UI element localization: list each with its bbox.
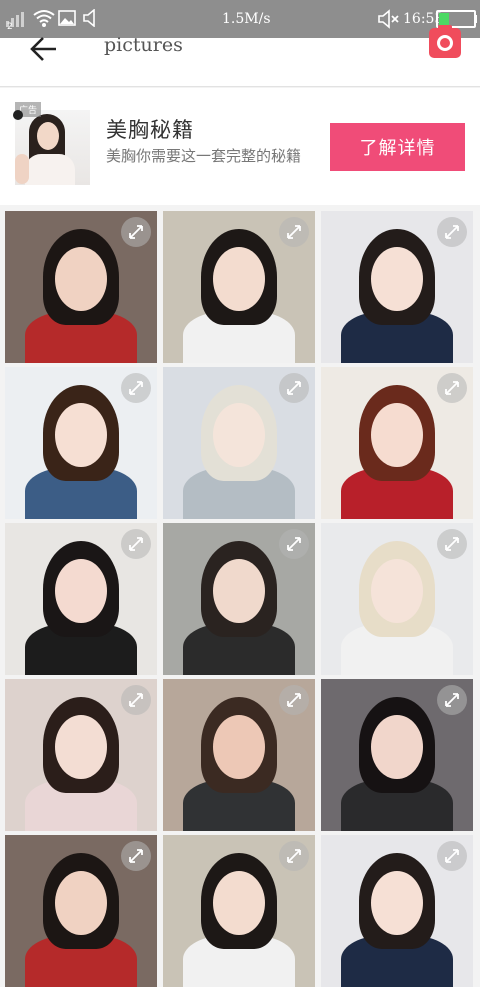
photo-tile[interactable]: [163, 679, 315, 831]
expand-icon[interactable]: [279, 529, 309, 559]
image-icon: [58, 10, 76, 26]
ad-banner[interactable]: 广告 美胸秘籍 美胸你需要这一套完整的秘籍 了解详情: [0, 88, 480, 205]
photo-tile[interactable]: [321, 211, 473, 363]
photo-subject-face: [55, 715, 107, 779]
expand-icon[interactable]: [279, 685, 309, 715]
sound-icon: [83, 9, 95, 27]
photo-subject-face: [213, 715, 265, 779]
photo-tile[interactable]: [321, 679, 473, 831]
network-speed: 1.5M/s: [222, 11, 271, 27]
expand-icon[interactable]: [279, 841, 309, 871]
expand-icon[interactable]: [279, 217, 309, 247]
expand-icon[interactable]: [121, 841, 151, 871]
photo-tile[interactable]: [321, 367, 473, 519]
battery-tip: [474, 15, 477, 23]
photo-grid: [0, 207, 480, 987]
photo-subject-face: [371, 715, 423, 779]
photo-subject-face: [55, 247, 107, 311]
wifi-icon: [33, 10, 55, 27]
ad-thumb-arm: [15, 154, 29, 184]
photo-tile[interactable]: [321, 835, 473, 987]
expand-icon[interactable]: [437, 841, 467, 871]
photo-subject-face: [371, 559, 423, 623]
photo-tile[interactable]: [163, 367, 315, 519]
photo-tile[interactable]: [321, 523, 473, 675]
app-header: pictures: [0, 25, 480, 87]
photo-subject-face: [55, 871, 107, 935]
expand-icon[interactable]: [437, 373, 467, 403]
expand-icon[interactable]: [121, 373, 151, 403]
learn-more-button[interactable]: 了解详情: [330, 123, 465, 171]
camera-button[interactable]: [429, 25, 461, 58]
photo-subject-face: [213, 247, 265, 311]
photo-subject-face: [213, 871, 265, 935]
photo-tile[interactable]: [163, 835, 315, 987]
ad-thumb-face: [37, 122, 59, 150]
camera-icon-top: [438, 25, 452, 30]
photo-subject-face: [371, 403, 423, 467]
photo-tile[interactable]: [5, 679, 157, 831]
page-title: pictures: [104, 34, 183, 56]
photo-tile[interactable]: [163, 523, 315, 675]
photo-subject-face: [371, 871, 423, 935]
arrow-left-icon[interactable]: [26, 32, 60, 66]
expand-icon[interactable]: [437, 685, 467, 715]
photo-subject-face: [213, 403, 265, 467]
photo-tile[interactable]: [5, 367, 157, 519]
sim-label: 2: [7, 22, 13, 32]
expand-icon[interactable]: [121, 217, 151, 247]
camera-icon: [437, 35, 453, 51]
photo-subject-face: [55, 559, 107, 623]
expand-icon[interactable]: [121, 685, 151, 715]
expand-icon[interactable]: [437, 217, 467, 247]
expand-icon[interactable]: [121, 529, 151, 559]
photo-tile[interactable]: [5, 211, 157, 363]
ad-title: 美胸秘籍: [106, 118, 194, 142]
status-bar: 2 1.5M/s 16:53: [0, 0, 480, 38]
photo-tile[interactable]: [5, 523, 157, 675]
ad-thumbnail: [15, 110, 90, 185]
photo-subject-face: [55, 403, 107, 467]
ad-description: 美胸你需要这一套完整的秘籍: [106, 147, 302, 165]
expand-icon[interactable]: [437, 529, 467, 559]
photo-tile[interactable]: [5, 835, 157, 987]
ad-thumb-body: [25, 154, 75, 185]
expand-icon[interactable]: [279, 373, 309, 403]
photo-tile[interactable]: [163, 211, 315, 363]
photo-subject-face: [213, 559, 265, 623]
mute-icon: [378, 9, 399, 29]
info-icon: [13, 110, 23, 120]
battery-level: [439, 13, 449, 25]
photo-subject-face: [371, 247, 423, 311]
